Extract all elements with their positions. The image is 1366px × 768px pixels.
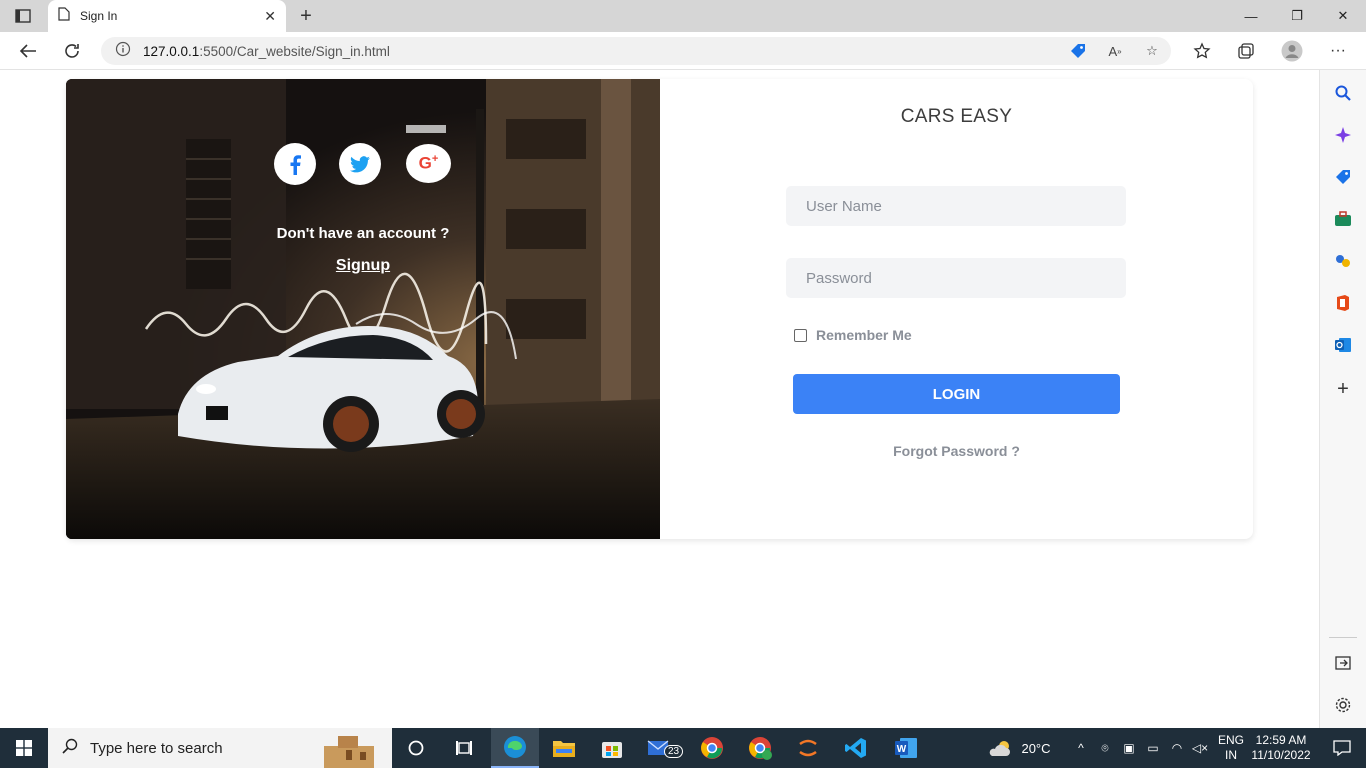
add-favorite-icon[interactable]: ☆ <box>1141 42 1163 60</box>
signup-link-wrap: Signup <box>66 257 660 275</box>
sidebar-office-icon[interactable] <box>1332 292 1354 314</box>
password-input[interactable] <box>786 258 1126 298</box>
clock-time: 12:59 AM <box>1255 733 1307 747</box>
brand-title: CARS EASY <box>900 106 1013 127</box>
tray-overflow-icon[interactable]: ^ <box>1072 728 1090 768</box>
lang-bottom: IN <box>1225 748 1237 762</box>
taskbar-jupyter-icon[interactable] <box>784 728 832 768</box>
taskbar-chrome-icon[interactable] <box>688 728 736 768</box>
sidebar-settings-icon[interactable] <box>1332 694 1354 716</box>
remember-me-label[interactable]: Remember Me <box>816 327 912 343</box>
read-aloud-icon[interactable]: A» <box>1104 42 1126 60</box>
tab-actions-icon[interactable] <box>8 6 38 26</box>
cortana-icon[interactable] <box>396 728 436 768</box>
close-tab-icon[interactable]: ✕ <box>264 8 276 25</box>
mail-badge: 23 <box>664 745 684 758</box>
battery-icon[interactable]: ▭ <box>1144 728 1162 768</box>
taskbar-mail-icon[interactable]: 23 <box>636 728 684 768</box>
sidebar-search-icon[interactable] <box>1332 82 1354 104</box>
address-bar: 127.0.0.1:5500/Car_website/Sign_in.html … <box>0 32 1366 70</box>
close-window-icon[interactable]: ✕ <box>1320 0 1366 32</box>
remember-me-row: Remember Me <box>794 327 912 343</box>
sidebar-divider <box>1329 637 1357 638</box>
search-icon <box>62 738 78 759</box>
signup-link[interactable]: Signup <box>336 257 390 274</box>
back-icon[interactable] <box>14 38 42 64</box>
remember-me-checkbox[interactable] <box>794 328 807 342</box>
more-menu-icon[interactable]: ··· <box>1324 38 1352 64</box>
clock-date: 11/10/2022 <box>1251 748 1311 762</box>
svg-text:W: W <box>897 744 907 755</box>
taskbar-explorer-icon[interactable] <box>540 728 588 768</box>
lang-top: ENG <box>1217 733 1244 747</box>
tab-title: Sign In <box>80 9 118 23</box>
sidebar-discover-icon[interactable] <box>1332 124 1354 146</box>
search-placeholder: Type here to search <box>90 739 223 757</box>
new-tab-button[interactable]: + <box>294 4 318 28</box>
twitter-icon[interactable] <box>339 143 381 185</box>
sidebar-shopping-icon[interactable] <box>1332 166 1354 188</box>
sidebar-hide-icon[interactable] <box>1332 652 1354 674</box>
refresh-icon[interactable] <box>58 38 86 64</box>
restore-icon[interactable]: ❐ <box>1274 0 1320 32</box>
action-center-icon[interactable] <box>1318 728 1366 768</box>
car-hero-image: G+ Don't have an account ? Signup <box>66 79 660 539</box>
taskbar-word-icon[interactable]: W <box>882 728 930 768</box>
sidebar-games-icon[interactable] <box>1332 250 1354 272</box>
info-icon[interactable] <box>115 41 131 62</box>
sidebar-add-icon[interactable]: + <box>1332 378 1354 400</box>
taskbar-vscode-icon[interactable] <box>832 728 880 768</box>
volume-icon[interactable]: ◁× <box>1191 728 1209 768</box>
coupon-tag-icon[interactable] <box>1067 42 1089 60</box>
sidebar-outlook-icon[interactable] <box>1332 334 1354 356</box>
no-account-text: Don't have an account ? <box>276 225 450 242</box>
notification-tray-icon[interactable]: ▣ <box>1120 728 1138 768</box>
username-input[interactable] <box>786 186 1126 226</box>
signin-card: G+ Don't have an account ? Signup CARS E… <box>66 79 1253 539</box>
taskbar-edge-icon[interactable] <box>491 728 539 768</box>
forgot-password-link[interactable]: Forgot Password ? <box>660 443 1253 459</box>
page-viewport: G+ Don't have an account ? Signup CARS E… <box>0 70 1319 728</box>
favorites-icon[interactable] <box>1188 38 1216 64</box>
clock[interactable]: 12:59 AM 11/10/2022 <box>1250 728 1312 768</box>
taskbar-store-icon[interactable] <box>588 728 636 768</box>
wifi-icon[interactable]: ◠ <box>1168 728 1186 768</box>
facebook-icon[interactable] <box>274 143 316 185</box>
tab-strip: Sign In ✕ + — ❐ ✕ <box>0 0 1366 32</box>
language-indicator[interactable]: ENG IN <box>1214 728 1248 768</box>
collections-icon[interactable] <box>1232 38 1260 64</box>
page-icon <box>58 6 70 26</box>
taskbar-search[interactable]: Type here to search <box>48 728 392 768</box>
windows-taskbar: Type here to search 23 W 20°C ^ ⌾ ▣ ▭ ◠ … <box>0 728 1366 768</box>
search-highlight-icon <box>316 732 386 768</box>
login-button[interactable]: LOGIN <box>793 374 1120 414</box>
weather-icon[interactable] <box>984 728 1018 768</box>
task-view-icon[interactable] <box>444 728 484 768</box>
minimize-icon[interactable]: — <box>1228 0 1274 32</box>
url-field[interactable]: 127.0.0.1:5500/Car_website/Sign_in.html … <box>101 37 1171 65</box>
url-text: 127.0.0.1:5500/Car_website/Sign_in.html <box>143 43 390 59</box>
taskbar-chrome-profile-icon[interactable] <box>736 728 784 768</box>
start-icon[interactable] <box>0 728 48 768</box>
meet-now-icon[interactable]: ⌾ <box>1096 728 1114 768</box>
browser-sidebar: + <box>1319 70 1366 728</box>
profile-avatar-icon[interactable] <box>1278 38 1306 64</box>
weather-temp[interactable]: 20°C <box>1018 728 1054 768</box>
sidebar-tools-icon[interactable] <box>1332 208 1354 230</box>
google-plus-icon[interactable]: G+ <box>406 144 451 183</box>
browser-tab[interactable]: Sign In ✕ <box>48 0 286 32</box>
